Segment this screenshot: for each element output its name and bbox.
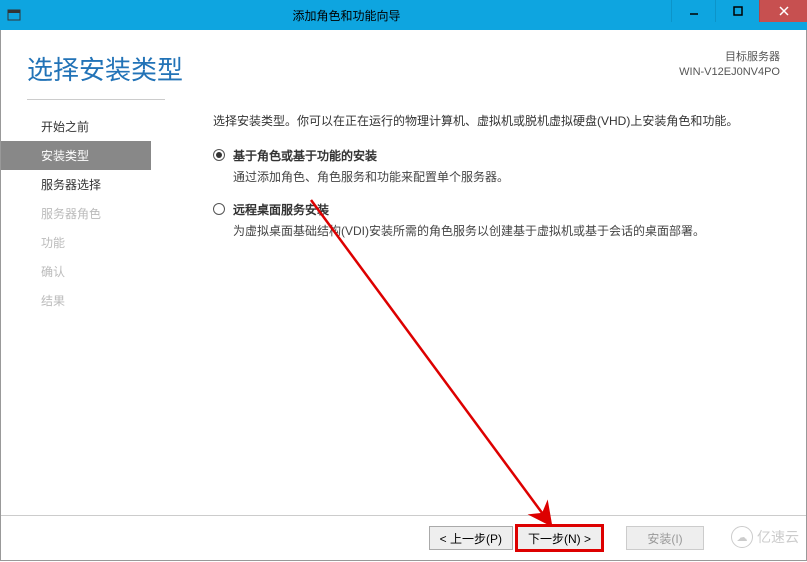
next-button[interactable]: 下一步(N) >	[517, 526, 602, 550]
titlebar: 添加角色和功能向导	[0, 0, 807, 30]
radio-remote-desktop[interactable]	[213, 203, 225, 215]
sidebar-item-before-you-begin[interactable]: 开始之前	[41, 112, 201, 141]
window-title: 添加角色和功能向导	[22, 7, 671, 24]
install-button: 安装(I)	[626, 526, 704, 550]
wizard-sidebar: 开始之前 安装类型 服务器选择 服务器角色 功能 确认 结果	[1, 106, 201, 515]
option-role-based-title: 基于角色或基于功能的安装	[233, 147, 377, 164]
sidebar-item-server-selection[interactable]: 服务器选择	[41, 170, 201, 199]
previous-button[interactable]: < 上一步(P)	[429, 526, 513, 550]
sidebar-item-installation-type[interactable]: 安装类型	[1, 141, 151, 170]
minimize-button[interactable]	[671, 0, 715, 22]
close-button[interactable]	[759, 0, 807, 22]
header: 选择安装类型 目标服务器 WIN-V12EJ0NV4PO	[1, 30, 806, 99]
target-server: 目标服务器 WIN-V12EJ0NV4PO	[679, 50, 780, 81]
target-server-name: WIN-V12EJ0NV4PO	[679, 65, 780, 80]
target-server-label: 目标服务器	[679, 50, 780, 65]
wizard-footer: < 上一步(P) 下一步(N) > 安装(I) 取消	[1, 515, 806, 560]
window-controls	[671, 0, 807, 30]
option-role-based-desc: 通过添加角色、角色服务和功能来配置单个服务器。	[233, 168, 778, 187]
option-role-based[interactable]: 基于角色或基于功能的安装 通过添加角色、角色服务和功能来配置单个服务器。	[213, 147, 778, 187]
option-remote-desktop[interactable]: 远程桌面服务安装 为虚拟桌面基础结构(VDI)安装所需的角色服务以创建基于虚拟机…	[213, 201, 778, 241]
sidebar-item-features: 功能	[41, 228, 201, 257]
content: 开始之前 安装类型 服务器选择 服务器角色 功能 确认 结果 选择安装类型。你可…	[1, 100, 806, 515]
sidebar-item-server-roles: 服务器角色	[41, 199, 201, 228]
sidebar-item-confirmation: 确认	[41, 257, 201, 286]
page-title: 选择安装类型	[27, 50, 183, 87]
spacer	[606, 526, 622, 550]
sidebar-item-results: 结果	[41, 286, 201, 315]
intro-text: 选择安装类型。你可以在正在运行的物理计算机、虚拟机或脱机虚拟硬盘(VHD)上安装…	[213, 112, 778, 131]
main-panel: 选择安装类型。你可以在正在运行的物理计算机、虚拟机或脱机虚拟硬盘(VHD)上安装…	[201, 106, 806, 515]
option-remote-desktop-desc: 为虚拟桌面基础结构(VDI)安装所需的角色服务以创建基于虚拟机或基于会话的桌面部…	[233, 222, 778, 241]
window-body: 选择安装类型 目标服务器 WIN-V12EJ0NV4PO 开始之前 安装类型 服…	[0, 30, 807, 561]
option-remote-desktop-title: 远程桌面服务安装	[233, 201, 329, 218]
radio-role-based[interactable]	[213, 149, 225, 161]
maximize-button[interactable]	[715, 0, 759, 22]
app-icon	[6, 7, 22, 23]
